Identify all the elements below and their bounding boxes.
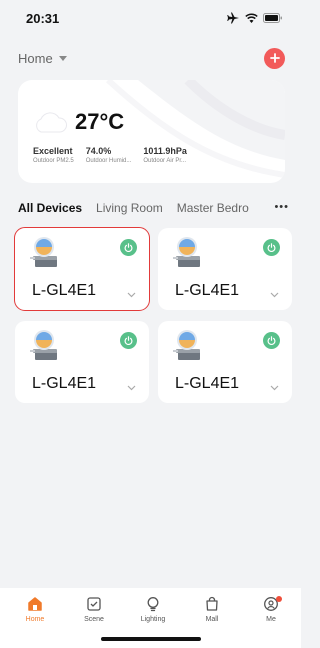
tab-living-room[interactable]: Living Room [96, 201, 163, 215]
power-button[interactable] [263, 239, 280, 256]
stat-label: Outdoor Air Pr... [143, 158, 187, 164]
status-bar: 20:31 [0, 0, 301, 36]
tab-all-devices[interactable]: All Devices [18, 201, 82, 215]
lamp-icon [30, 237, 57, 267]
battery-icon [263, 13, 282, 23]
lamp-icon [173, 330, 200, 360]
home-selector[interactable]: Home [18, 51, 67, 66]
tab-master-bedroom[interactable]: Master Bedro [177, 201, 249, 215]
device-card[interactable]: L-GL4E1 [158, 228, 292, 310]
weather-main: 27°C [33, 109, 124, 135]
stat-label: Outdoor PM2.5 [33, 158, 74, 164]
tab-label: Home [25, 616, 45, 623]
tab-home[interactable]: Home [10, 596, 60, 623]
home-indicator [101, 637, 201, 641]
lamp-icon [30, 330, 57, 360]
more-rooms-button[interactable]: ••• [263, 198, 289, 218]
stat-pressure: 1011.9hPa Outdoor Air Pr... [143, 146, 187, 164]
airplane-icon [227, 12, 239, 24]
chevron-down-icon[interactable] [270, 292, 279, 298]
power-icon [124, 336, 133, 345]
scene-icon [87, 597, 101, 611]
lamp-icon [173, 237, 200, 267]
stat-value: Excellent [33, 146, 73, 156]
device-card[interactable]: L-GL4E1 [14, 227, 150, 311]
weather-stats: Excellent Outdoor PM2.5 74.0% Outdoor Hu… [33, 146, 187, 164]
cloud-icon [36, 112, 67, 133]
lighting-icon [147, 597, 159, 612]
mall-icon [206, 596, 218, 611]
power-icon [124, 243, 133, 252]
power-button[interactable] [120, 239, 137, 256]
plus-icon [269, 53, 280, 63]
temperature: 27°C [75, 109, 125, 134]
stat-value: 74.0% [85, 146, 112, 156]
device-card[interactable]: L-GL4E1 [15, 321, 149, 403]
home-icon [28, 597, 42, 611]
stat-pm25: Excellent Outdoor PM2.5 [33, 146, 74, 164]
tab-lighting[interactable]: Lighting [128, 596, 178, 623]
chevron-down-icon[interactable] [127, 385, 136, 391]
status-icons [227, 12, 283, 24]
power-button[interactable] [263, 332, 280, 349]
device-card[interactable]: L-GL4E1 [158, 321, 292, 403]
chevron-down-icon[interactable] [127, 292, 136, 298]
caret-down-icon [58, 55, 67, 61]
device-name: L-GL4E1 [32, 375, 97, 392]
home-label: Home [18, 50, 53, 66]
status-time: 20:31 [26, 10, 60, 26]
home-header: Home [18, 46, 285, 70]
device-name: L-GL4E1 [175, 282, 240, 299]
room-tabs: All Devices Living Room Master Bedro ••• [18, 198, 289, 218]
notification-dot [276, 596, 282, 602]
tab-label: Me [266, 616, 276, 623]
weather-card[interactable]: 27°C Excellent Outdoor PM2.5 74.0% Outdo… [18, 80, 285, 183]
tab-me[interactable]: Me [246, 596, 296, 623]
tab-scene[interactable]: Scene [69, 596, 119, 623]
chevron-down-icon[interactable] [270, 385, 279, 391]
power-icon [267, 243, 276, 252]
stat-label: Outdoor Humid... [85, 158, 132, 164]
stat-value: 1011.9hPa [143, 146, 187, 156]
power-icon [267, 336, 276, 345]
tab-label: Mall [205, 616, 219, 623]
add-device-button[interactable] [264, 47, 285, 69]
device-name: L-GL4E1 [32, 282, 97, 299]
power-button[interactable] [120, 332, 137, 349]
tab-label: Scene [84, 616, 104, 623]
stat-humidity: 74.0% Outdoor Humid... [86, 146, 132, 164]
tab-mall[interactable]: Mall [187, 596, 237, 623]
device-name: L-GL4E1 [175, 375, 240, 392]
tab-label: Lighting [140, 616, 166, 623]
wifi-icon [245, 13, 258, 23]
